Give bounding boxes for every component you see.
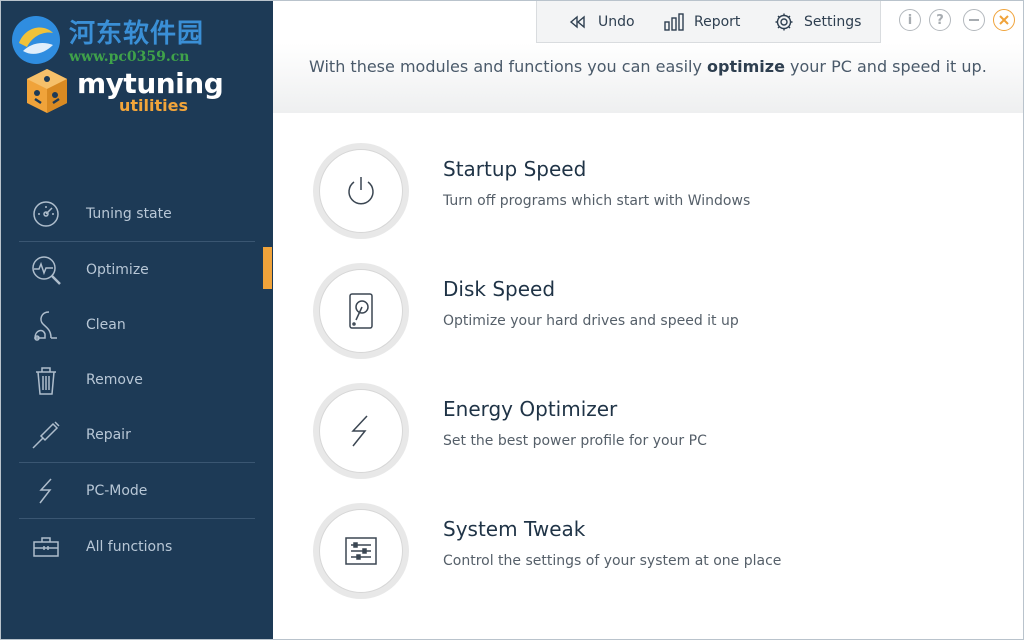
module-description: Optimize your hard drives and speed it u… bbox=[443, 313, 739, 329]
module-icon-ring bbox=[313, 143, 409, 239]
module-list: Startup Speed Turn off programs which st… bbox=[273, 113, 1023, 639]
module-title: Disk Speed bbox=[443, 277, 556, 301]
sidebar: 河东软件园 www.pc0359.cn mytuning utilities T… bbox=[1, 1, 273, 639]
module-system-tweak[interactable]: System Tweak Control the settings of you… bbox=[313, 503, 993, 603]
app-logo: mytuning utilities bbox=[23, 67, 263, 119]
sliders-icon bbox=[319, 509, 403, 593]
screwdriver-icon bbox=[29, 418, 63, 452]
sidebar-item-label: PC-Mode bbox=[86, 482, 148, 499]
sidebar-item-label: Repair bbox=[86, 426, 131, 443]
sidebar-item-repair[interactable]: Repair bbox=[19, 407, 255, 462]
module-description: Turn off programs which start with Windo… bbox=[443, 193, 751, 209]
pulse-magnifier-icon bbox=[29, 253, 63, 287]
banner-emphasis: optimize bbox=[707, 57, 785, 76]
watermark-url: www.pc0359.cn bbox=[69, 49, 190, 65]
toolbox-icon bbox=[29, 530, 63, 564]
undo-icon bbox=[567, 11, 589, 33]
lightning-icon bbox=[319, 389, 403, 473]
logo-sub: utilities bbox=[119, 96, 188, 115]
module-icon-ring bbox=[313, 383, 409, 479]
module-title: Startup Speed bbox=[443, 157, 587, 181]
module-icon-ring bbox=[313, 503, 409, 599]
report-label: Report bbox=[694, 13, 741, 30]
sidebar-item-all-functions[interactable]: All functions bbox=[19, 519, 255, 574]
sidebar-item-tuning-state[interactable]: Tuning state bbox=[19, 186, 255, 241]
settings-button[interactable]: Settings bbox=[773, 1, 861, 43]
module-description: Control the settings of your system at o… bbox=[443, 553, 782, 569]
lightning-icon bbox=[29, 474, 63, 508]
info-icon[interactable]: i bbox=[899, 9, 921, 31]
top-toolbar: Undo Report Settings bbox=[536, 1, 881, 43]
vacuum-icon bbox=[29, 308, 63, 342]
watermark-emblem-icon bbox=[12, 16, 60, 64]
sidebar-item-label: Tuning state bbox=[86, 205, 172, 222]
trash-icon bbox=[29, 363, 63, 397]
module-description: Set the best power profile for your PC bbox=[443, 433, 707, 449]
module-energy-optimizer[interactable]: Energy Optimizer Set the best power prof… bbox=[313, 383, 993, 483]
close-icon[interactable] bbox=[993, 9, 1015, 31]
help-icon[interactable]: ? bbox=[929, 9, 951, 31]
sidebar-nav: Tuning state Optimize Clean Remove Repai… bbox=[19, 186, 255, 574]
window-controls: i ? bbox=[897, 9, 1023, 35]
module-disk-speed[interactable]: Disk Speed Optimize your hard drives and… bbox=[313, 263, 993, 363]
sidebar-item-label: All functions bbox=[86, 538, 173, 555]
power-icon bbox=[319, 149, 403, 233]
undo-button[interactable]: Undo bbox=[567, 1, 635, 43]
hard-drive-icon bbox=[319, 269, 403, 353]
header-banner: With these modules and functions you can… bbox=[273, 43, 1023, 113]
settings-label: Settings bbox=[804, 13, 862, 30]
banner-text: With these modules and functions you can… bbox=[309, 57, 987, 76]
sidebar-item-pc-mode[interactable]: PC-Mode bbox=[19, 463, 255, 518]
gear-icon bbox=[773, 11, 795, 33]
watermark-title: 河东软件园 bbox=[69, 19, 205, 49]
sidebar-item-label: Optimize bbox=[86, 261, 149, 278]
watermark: 河东软件园 www.pc0359.cn bbox=[7, 11, 267, 71]
sidebar-item-label: Remove bbox=[86, 371, 143, 388]
module-title: System Tweak bbox=[443, 517, 586, 541]
logo-dice-icon bbox=[27, 69, 67, 113]
active-item-marker bbox=[263, 247, 272, 289]
report-button[interactable]: Report bbox=[663, 1, 740, 43]
module-icon-ring bbox=[313, 263, 409, 359]
module-startup-speed[interactable]: Startup Speed Turn off programs which st… bbox=[313, 143, 993, 243]
logo-name: mytuning bbox=[77, 67, 224, 100]
minimize-icon[interactable] bbox=[963, 9, 985, 31]
sidebar-item-optimize[interactable]: Optimize bbox=[19, 242, 255, 297]
sidebar-item-remove[interactable]: Remove bbox=[19, 352, 255, 407]
bar-chart-icon bbox=[663, 11, 685, 33]
sidebar-item-clean[interactable]: Clean bbox=[19, 297, 255, 352]
app-window: 河东软件园 www.pc0359.cn mytuning utilities T… bbox=[0, 0, 1024, 640]
gauge-icon bbox=[29, 197, 63, 231]
undo-label: Undo bbox=[598, 13, 635, 30]
module-title: Energy Optimizer bbox=[443, 397, 618, 421]
sidebar-item-label: Clean bbox=[86, 316, 126, 333]
